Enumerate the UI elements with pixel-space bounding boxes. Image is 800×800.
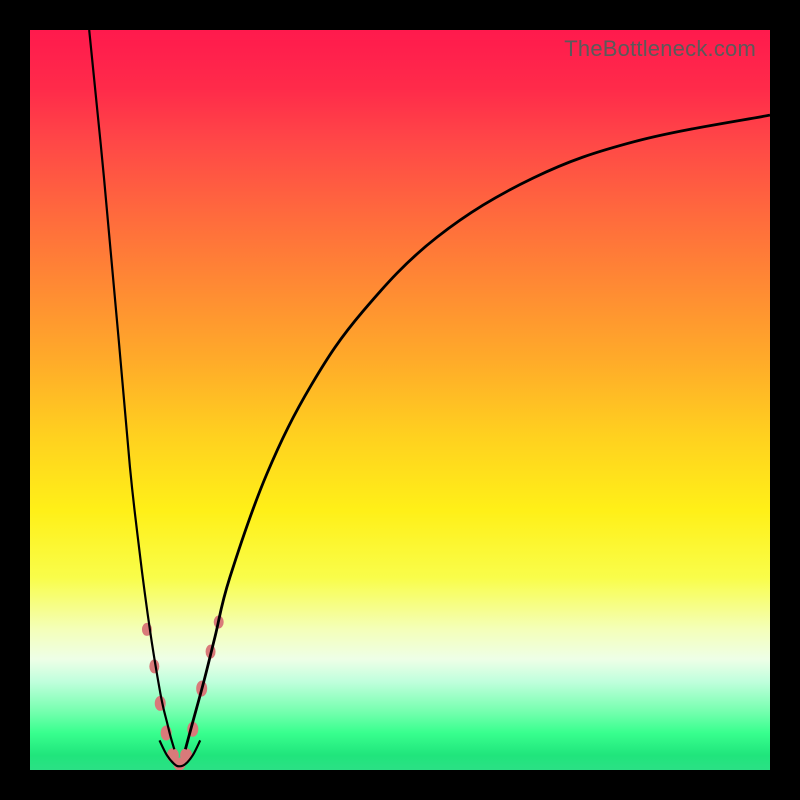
- marker-group: [142, 616, 223, 770]
- left-branch-curve: [89, 30, 174, 749]
- right-branch-curve: [185, 115, 770, 749]
- chart-frame: TheBottleneck.com: [0, 0, 800, 800]
- plot-area: TheBottleneck.com: [30, 30, 770, 770]
- attribution-text: TheBottleneck.com: [564, 36, 756, 62]
- curves-layer: [30, 30, 770, 770]
